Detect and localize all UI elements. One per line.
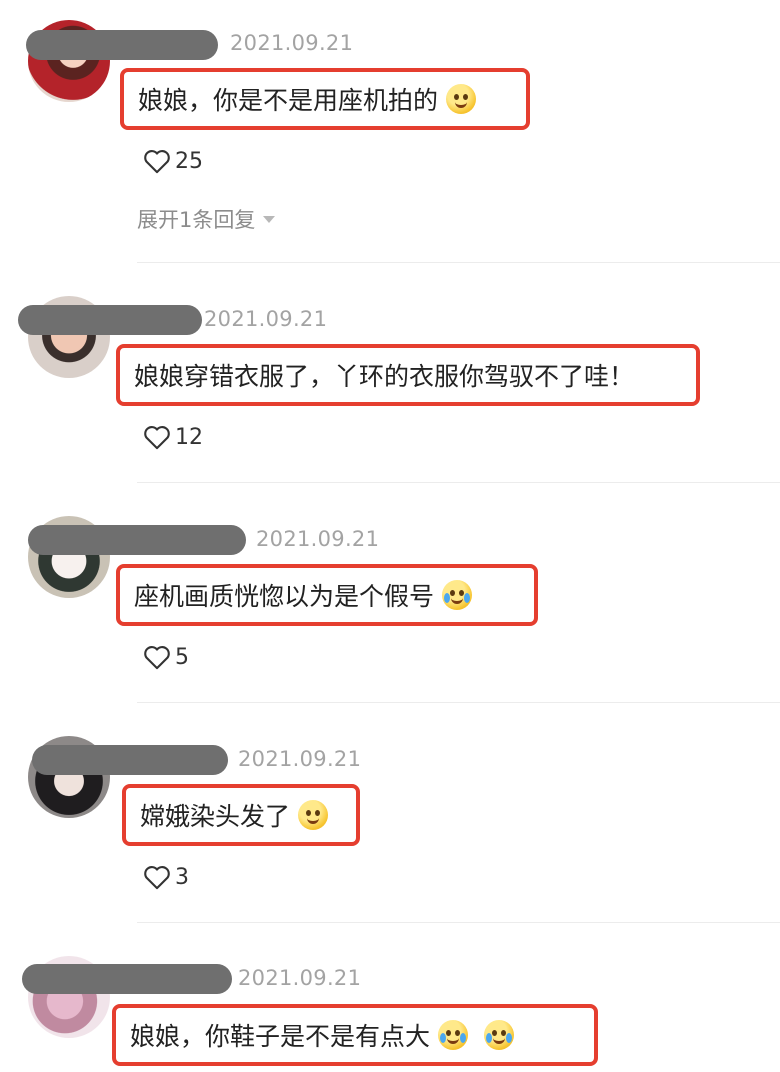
expand-replies-label: 展开1条回复 <box>137 208 256 232</box>
comment-text-highlight: 嫦娥染头发了 <box>122 784 360 846</box>
username-redacted[interactable] <box>28 525 246 555</box>
divider <box>137 482 780 483</box>
comment-text: 娘娘，你是不是用座机拍的 <box>138 86 439 115</box>
expand-replies-button[interactable]: 展开1条回复 <box>137 204 276 234</box>
crying-laughing-icon <box>438 1020 469 1050</box>
comment-date: 2021.09.21 <box>256 527 380 551</box>
heart-icon <box>144 426 170 450</box>
like-count: 5 <box>175 644 189 670</box>
comment-text: 嫦娥染头发了 <box>140 802 291 831</box>
like-count: 25 <box>175 148 203 174</box>
comment-text: 娘娘穿错衣服了，丫环的衣服你驾驭不了哇！ <box>134 362 635 391</box>
username-redacted[interactable] <box>22 964 232 994</box>
like-button[interactable]: 25 <box>143 148 203 174</box>
comment-text-highlight: 娘娘穿错衣服了，丫环的衣服你驾驭不了哇！ <box>116 344 700 406</box>
grinning-face-icon <box>298 800 329 830</box>
username-redacted[interactable] <box>18 305 202 335</box>
comment-text: 娘娘，你鞋子是不是有点大 <box>130 1022 431 1051</box>
comment-date: 2021.09.21 <box>238 747 362 771</box>
crying-laughing-icon <box>484 1020 515 1050</box>
comment-date: 2021.09.21 <box>230 31 354 55</box>
username-redacted[interactable] <box>26 30 218 60</box>
divider <box>137 922 780 923</box>
heart-icon <box>144 150 170 174</box>
like-count: 3 <box>175 864 189 890</box>
like-button[interactable]: 3 <box>143 864 189 890</box>
divider <box>137 702 780 703</box>
comment-date: 2021.09.21 <box>238 966 362 990</box>
crying-laughing-icon <box>442 580 473 610</box>
like-count: 12 <box>175 424 203 450</box>
comment-text-highlight: 娘娘，你鞋子是不是有点大 <box>112 1004 598 1066</box>
pleading-face-icon <box>446 84 477 114</box>
heart-icon <box>144 646 170 670</box>
chevron-down-icon <box>263 215 276 223</box>
comment-text-highlight: 座机画质恍惚以为是个假号 <box>116 564 538 626</box>
like-button[interactable]: 5 <box>143 644 189 670</box>
heart-icon <box>144 866 170 890</box>
comment-text-highlight: 娘娘，你是不是用座机拍的 <box>120 68 530 130</box>
like-button[interactable]: 12 <box>143 424 203 450</box>
comment-text: 座机画质恍惚以为是个假号 <box>134 582 435 611</box>
divider <box>137 262 780 263</box>
username-redacted[interactable] <box>32 745 228 775</box>
comment-date: 2021.09.21 <box>204 307 328 331</box>
